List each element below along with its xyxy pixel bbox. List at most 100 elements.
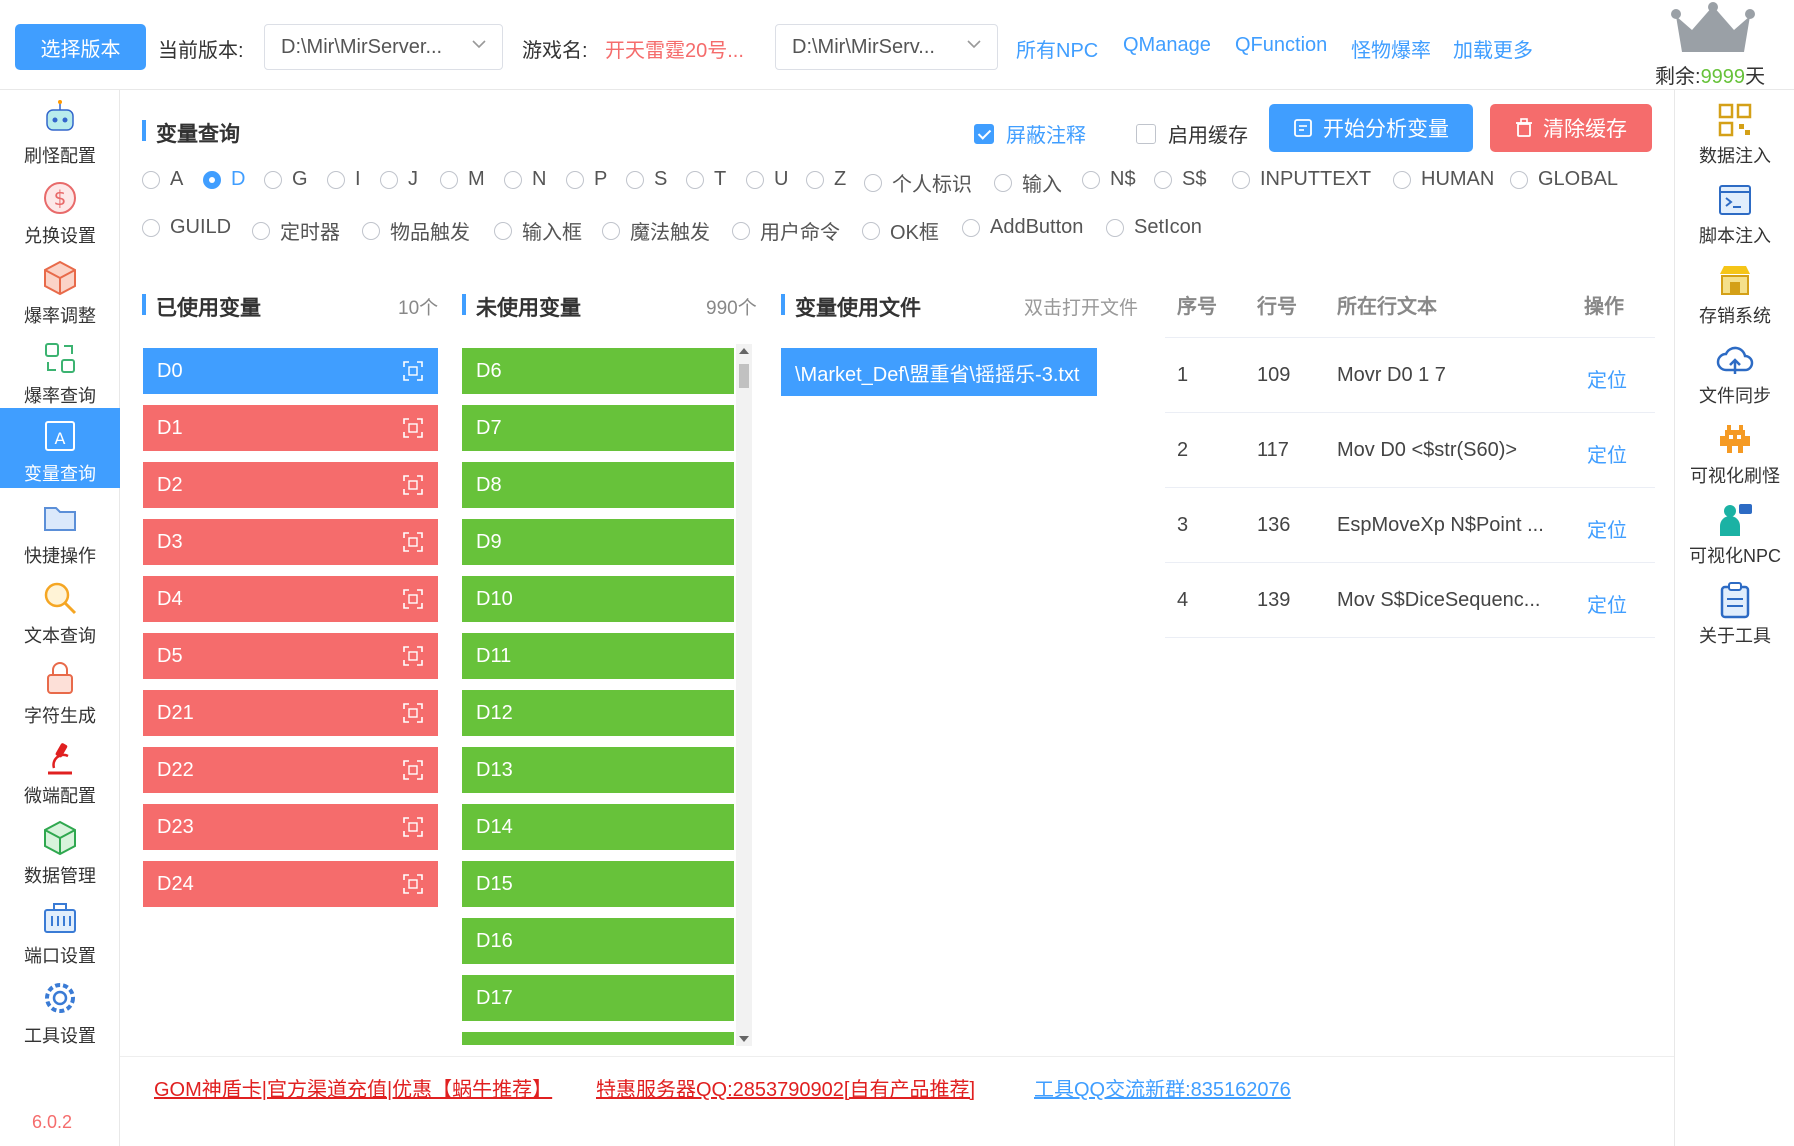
- enable-cache-checkbox[interactable]: 启用缓存: [1136, 119, 1248, 148]
- radio-inputtext[interactable]: INPUTTEXT: [1232, 168, 1371, 191]
- file-list-item[interactable]: \Market_Def\盟重省\摇摇乐-3.txt: [781, 348, 1097, 396]
- scroll-up-arrow-icon[interactable]: [739, 348, 749, 354]
- footer-link-server-qq[interactable]: 特惠服务器QQ:2853790902[自有产品推荐]: [596, 1073, 975, 1102]
- text-label: S$: [1182, 168, 1207, 190]
- nav-quick-actions[interactable]: 快捷操作: [0, 494, 120, 572]
- list-item[interactable]: D13: [462, 747, 734, 793]
- nav-char-generate[interactable]: 字符生成: [0, 654, 120, 732]
- radio-N-dollar[interactable]: N$: [1082, 168, 1136, 191]
- nav-item-label: 端口设置: [24, 946, 96, 966]
- list-item[interactable]: D6: [462, 348, 734, 394]
- locate-link[interactable]: 定位: [1587, 364, 1627, 393]
- select-version-button[interactable]: 选择版本: [15, 24, 146, 70]
- rnav-data-inject[interactable]: 数据注入: [1675, 94, 1794, 172]
- nav-microclient-config[interactable]: 微端配置: [0, 734, 120, 812]
- rnav-visual-spawn[interactable]: 可视化刷怪: [1675, 414, 1794, 492]
- radio-dot[interactable]: [864, 173, 882, 192]
- nav-data-management[interactable]: 数据管理: [0, 814, 120, 892]
- locate-link[interactable]: 定位: [1587, 439, 1627, 468]
- radio-seticon[interactable]: SetIcon: [1106, 216, 1202, 239]
- link-qfunction[interactable]: QFunction: [1235, 34, 1327, 57]
- radio-global[interactable]: GLOBAL: [1510, 168, 1618, 191]
- footer-bar: GOM神盾卡|官方渠道充值|优惠【蜗牛推荐】 特惠服务器QQ:285379090…: [120, 1056, 1674, 1146]
- checkbox-box[interactable]: [974, 123, 994, 144]
- radio-input[interactable]: 输入: [994, 168, 1062, 197]
- radio-ok-box[interactable]: OK框: [862, 216, 939, 245]
- terminal-icon: [1719, 185, 1751, 215]
- list-item[interactable]: D8: [462, 462, 734, 508]
- nav-drop-rate-query[interactable]: 爆率查询: [0, 334, 120, 412]
- list-item[interactable]: D10: [462, 576, 734, 622]
- version-path-select[interactable]: D:\Mir\MirServer...: [264, 24, 503, 70]
- footer-link-tool-group[interactable]: 工具QQ交流新群:835162076: [1034, 1073, 1291, 1102]
- radio-personal-id[interactable]: 个人标识: [864, 168, 972, 197]
- text-label: 1: [1177, 364, 1189, 386]
- radio-dot[interactable]: [1232, 170, 1250, 189]
- nav-item-label: 文件同步: [1699, 386, 1771, 406]
- radio-S-dollar[interactable]: S$: [1154, 168, 1206, 191]
- table-row: 1 109 Movr D0 1 7 定位: [1165, 338, 1655, 413]
- dollar-icon: $: [44, 182, 76, 214]
- rnav-file-sync[interactable]: 文件同步: [1675, 334, 1794, 412]
- text-label: HUMAN: [1421, 168, 1495, 190]
- clear-cache-button[interactable]: 清除缓存: [1490, 104, 1652, 152]
- list-item[interactable]: D15: [462, 861, 734, 907]
- qrcode-icon: [1718, 103, 1752, 137]
- nav-item-label: 兑换设置: [24, 226, 96, 246]
- locate-link[interactable]: 定位: [1587, 514, 1627, 543]
- link-qmanage[interactable]: QManage: [1123, 34, 1211, 57]
- list-item[interactable]: D9: [462, 519, 734, 565]
- link-monster-drop[interactable]: 怪物爆率: [1351, 34, 1431, 63]
- radio-dot[interactable]: [1082, 170, 1100, 189]
- locate-link[interactable]: 定位: [1587, 589, 1627, 618]
- radio-dot[interactable]: [994, 173, 1012, 192]
- radio-dot[interactable]: [862, 221, 880, 240]
- radio-human[interactable]: HUMAN: [1393, 168, 1494, 191]
- nav-item-label: 关于工具: [1699, 626, 1771, 646]
- radio-dot[interactable]: [1510, 170, 1528, 189]
- nav-drop-rate-adjust[interactable]: 爆率调整: [0, 254, 120, 332]
- list-item[interactable]: D12: [462, 690, 734, 736]
- hide-comments-checkbox[interactable]: 屏蔽注释: [974, 119, 1086, 148]
- rnav-about[interactable]: 关于工具: [1675, 574, 1794, 652]
- nav-exchange-settings[interactable]: $ 兑换设置: [0, 174, 120, 252]
- list-item[interactable]: D17: [462, 975, 734, 1021]
- unused-list-scrollbar[interactable]: [736, 344, 752, 1046]
- radio-dot[interactable]: [1106, 218, 1124, 237]
- list-item[interactable]: D7: [462, 405, 734, 451]
- text-label: Z: [834, 168, 847, 190]
- radio-dot[interactable]: [962, 218, 980, 237]
- unused-variables-list: D6 D7 D8 D9 D10 D11 D12 D13 D14 D15 D16 …: [120, 90, 760, 1045]
- nav-port-settings[interactable]: 端口设置: [0, 894, 120, 972]
- refresh-icon: [45, 343, 75, 373]
- list-item[interactable]: D11: [462, 633, 734, 679]
- radio-Z[interactable]: Z: [806, 168, 846, 191]
- radio-addbutton[interactable]: AddButton: [962, 216, 1083, 239]
- radio-dot[interactable]: [1393, 170, 1411, 189]
- nav-text-query[interactable]: 文本查询: [0, 574, 120, 652]
- footer-link-gom[interactable]: GOM神盾卡|官方渠道充值|优惠【蜗牛推荐】: [154, 1073, 552, 1102]
- scroll-down-arrow-icon[interactable]: [739, 1036, 749, 1042]
- rnav-visual-npc[interactable]: 可视化NPC: [1675, 494, 1794, 572]
- scroll-thumb[interactable]: [739, 364, 749, 388]
- server-path-select[interactable]: D:\Mir\MirServ...: [775, 24, 998, 70]
- link-load-more[interactable]: 加载更多: [1453, 34, 1533, 63]
- nav-spawn-config[interactable]: 刷怪配置: [0, 94, 120, 172]
- table-header-index: 序号: [1177, 296, 1217, 318]
- list-item[interactable]: D14: [462, 804, 734, 850]
- list-item[interactable]: D16: [462, 918, 734, 964]
- radio-dot[interactable]: [806, 170, 824, 189]
- analyze-variables-button[interactable]: 开始分析变量: [1269, 104, 1473, 152]
- nav-variable-query[interactable]: A 变量查询: [0, 408, 120, 488]
- rnav-store-system[interactable]: 存销系统: [1675, 254, 1794, 332]
- nav-item-label: 快捷操作: [24, 546, 96, 566]
- microscope-icon: [48, 743, 72, 775]
- checkbox-box[interactable]: [1136, 123, 1156, 144]
- rnav-script-inject[interactable]: 脚本注入: [1675, 174, 1794, 252]
- nav-item-label: 微端配置: [24, 786, 96, 806]
- link-all-npc[interactable]: 所有NPC: [1016, 34, 1098, 63]
- nav-tool-settings[interactable]: 工具设置: [0, 974, 120, 1052]
- gear-icon: [45, 983, 75, 1013]
- list-item: [462, 1032, 734, 1045]
- radio-dot[interactable]: [1154, 170, 1172, 189]
